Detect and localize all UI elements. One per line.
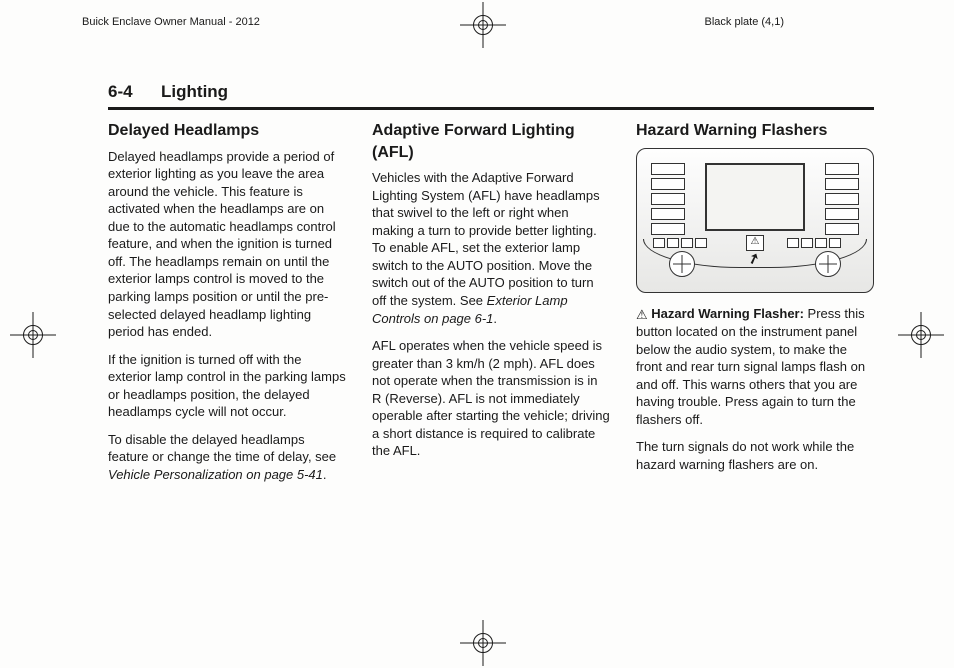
dashboard-panel: ⚠ ➚ [636, 148, 874, 293]
text: . [323, 467, 327, 482]
registration-mark-bottom [466, 626, 500, 660]
page-number: 6-4 [108, 82, 133, 101]
plate-info: Black plate (4,1) [705, 16, 784, 28]
registration-mark-right [904, 318, 938, 352]
panel-button [825, 178, 859, 190]
paragraph: The turn signals do not work while the h… [636, 438, 874, 473]
panel-button [651, 223, 685, 235]
paragraph: If the ignition is turned off with the e… [108, 351, 346, 421]
panel-button [651, 178, 685, 190]
paragraph: AFL operates when the vehicle speed is g… [372, 337, 610, 460]
paragraph: Vehicles with the Adaptive Forward Light… [372, 169, 610, 327]
panel-button [825, 208, 859, 220]
cross-reference: Vehicle Personalization on page 5-41 [108, 467, 323, 482]
panel-button [651, 208, 685, 220]
heading-hazard: Hazard Warning Flashers [636, 120, 874, 142]
panel-button [825, 223, 859, 235]
text: Vehicles with the Adaptive Forward Light… [372, 170, 600, 308]
paragraph: To disable the delayed headlamps feature… [108, 431, 346, 484]
panel-button [825, 193, 859, 205]
panel-button [825, 163, 859, 175]
paragraph: ⚠ Hazard Warning Flasher: Press this but… [636, 305, 874, 429]
warning-triangle-icon: ⚠ [636, 307, 648, 322]
right-knob-icon [815, 251, 841, 277]
center-display [705, 163, 805, 231]
registration-mark-top [466, 8, 500, 42]
column-delayed-headlamps: Delayed Headlamps Delayed headlamps prov… [108, 120, 346, 628]
manual-title: Buick Enclave Owner Manual - 2012 [82, 16, 260, 28]
left-button-stack [651, 163, 685, 238]
paragraph: Delayed headlamps provide a period of ex… [108, 148, 346, 341]
body-columns: Delayed Headlamps Delayed headlamps prov… [108, 120, 874, 628]
panel-button [651, 163, 685, 175]
right-button-stack [825, 163, 859, 238]
heading-delayed-headlamps: Delayed Headlamps [108, 120, 346, 142]
heading-afl: Adaptive Forward Lighting (AFL) [372, 120, 610, 163]
registration-mark-left [16, 318, 50, 352]
dashboard-illustration: ⚠ ➚ [636, 148, 874, 293]
panel-button [651, 193, 685, 205]
callout-label: Hazard Warning Flasher: [651, 306, 804, 321]
text: Press this button located on the instrum… [636, 306, 865, 427]
column-afl: Adaptive Forward Lighting (AFL) Vehicles… [372, 120, 610, 628]
section-header: 6-4 Lighting [108, 82, 874, 110]
text: . [493, 311, 497, 326]
text: To disable the delayed headlamps feature… [108, 432, 336, 465]
left-knob-icon [669, 251, 695, 277]
section-title: Lighting [161, 82, 228, 101]
column-hazard: Hazard Warning Flashers [636, 120, 874, 628]
